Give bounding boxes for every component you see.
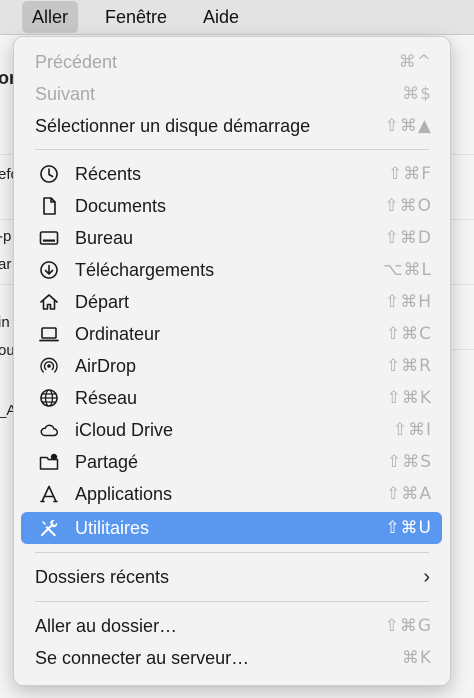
menu-item-label: Applications: [75, 484, 173, 504]
menu-item-label: Sélectionner un disque démarrage: [35, 116, 311, 136]
airdrop-icon: [39, 356, 59, 376]
menu-item-label: Partagé: [75, 452, 139, 472]
menu-item-shortcut: ⇧⌘U: [385, 518, 432, 538]
menu-item-airdrop[interactable]: AirDrop ⇧⌘R: [21, 350, 442, 382]
menu-item-select-startup-disk[interactable]: Sélectionner un disque démarrage ⇧⌘▲: [21, 110, 442, 142]
menu-item-label: Utilitaires: [75, 518, 150, 538]
menu-item-label: Aller au dossier…: [35, 616, 178, 636]
desktop-icon: [39, 228, 59, 248]
menu-item-label: Téléchargements: [75, 260, 215, 280]
menu-item-label: Suivant: [35, 84, 96, 104]
menu-item-label: Départ: [75, 292, 130, 312]
menu-item-shared[interactable]: Partagé ⇧⌘S: [21, 446, 442, 478]
menu-item-previous[interactable]: Précédent ⌘^: [21, 46, 442, 78]
menu-item-shortcut: ⌘^: [398, 52, 432, 72]
menu-item-shortcut: ⌘K: [401, 648, 432, 668]
menu-item-icloud-drive[interactable]: iCloud Drive ⇧⌘I: [21, 414, 442, 446]
globe-icon: [39, 388, 59, 408]
clock-icon: [39, 164, 59, 184]
menu-item-shortcut: ⇧⌘C: [385, 324, 432, 344]
menu-item-shortcut: ⌥⌘L: [382, 260, 432, 280]
menu-item-shortcut: ⇧⌘R: [385, 356, 432, 376]
menu-item-shortcut: ⇧⌘O: [384, 196, 432, 216]
menu-item-next[interactable]: Suivant ⌘$: [21, 78, 442, 110]
background-text: -p: [0, 228, 12, 245]
menu-item-applications[interactable]: Applications ⇧⌘A: [21, 478, 442, 510]
menu-item-utilities[interactable]: Utilitaires ⇧⌘U: [21, 512, 442, 544]
menu-item-documents[interactable]: Documents ⇧⌘O: [21, 190, 442, 222]
menu-item-label: Bureau: [75, 228, 134, 248]
cloud-icon: [39, 420, 59, 440]
home-icon: [39, 292, 59, 312]
menu-item-shortcut: ⇧⌘▲: [384, 116, 432, 136]
background-text: ar: [0, 256, 12, 273]
utilities-icon: [39, 518, 59, 538]
menu-item-recents[interactable]: Récents ⇧⌘F: [21, 158, 442, 190]
menu-item-label: Se connecter au serveur…: [35, 648, 250, 668]
chevron-right-icon: ›: [423, 566, 430, 588]
menu-item-shortcut: ⇧⌘H: [384, 292, 432, 312]
menu-item-label: Ordinateur: [75, 324, 161, 344]
menubar-item-aide[interactable]: Aide: [193, 0, 249, 34]
menu-item-shortcut: ⇧⌘F: [387, 164, 432, 184]
menu-item-connect-to-server[interactable]: Se connecter au serveur… ⌘K: [21, 642, 442, 674]
menu-item-shortcut: ⇧⌘S: [386, 452, 432, 472]
menu-item-network[interactable]: Réseau ⇧⌘K: [21, 382, 442, 414]
menu-item-computer[interactable]: Ordinateur ⇧⌘C: [21, 318, 442, 350]
menu-separator: [35, 149, 429, 150]
menu-item-label: Documents: [75, 196, 167, 216]
menu-item-recent-folders[interactable]: Dossiers récents ›: [21, 561, 442, 593]
menu-item-shortcut: ⇧⌘A: [386, 484, 432, 504]
menu-item-downloads[interactable]: Téléchargements ⌥⌘L: [21, 254, 442, 286]
applications-icon: [39, 484, 59, 504]
menu-item-label: AirDrop: [75, 356, 137, 376]
menu-separator: [35, 601, 429, 602]
menu-item-label: Précédent: [35, 52, 118, 72]
download-icon: [39, 260, 59, 280]
menu-item-shortcut: ⇧⌘D: [384, 228, 432, 248]
laptop-icon: [39, 324, 59, 344]
menu-item-label: Réseau: [75, 388, 138, 408]
menu-item-shortcut: ⇧⌘K: [386, 388, 432, 408]
menu-item-go-to-folder[interactable]: Aller au dossier… ⇧⌘G: [21, 610, 442, 642]
document-icon: [39, 196, 59, 216]
menu-item-label: Dossiers récents: [35, 567, 170, 587]
menu-item-label: Récents: [75, 164, 142, 184]
menubar-item-aller[interactable]: Aller: [22, 1, 79, 33]
menu-item-desktop[interactable]: Bureau ⇧⌘D: [21, 222, 442, 254]
menubar-item-fenetre[interactable]: Fenêtre: [95, 0, 177, 34]
menu-bar: Aller Fenêtre Aide: [0, 0, 474, 35]
background-text: in: [0, 314, 10, 331]
menu-item-shortcut: ⇧⌘I: [392, 420, 432, 440]
shared-folder-icon: [39, 452, 59, 472]
menu-item-shortcut: ⌘$: [402, 84, 432, 104]
go-menu-dropdown: Précédent ⌘^ Suivant ⌘$ Sélectionner un …: [13, 36, 451, 686]
menu-item-home[interactable]: Départ ⇧⌘H: [21, 286, 442, 318]
menu-separator: [35, 552, 429, 553]
menu-item-label: iCloud Drive: [75, 420, 174, 440]
menu-item-shortcut: ⇧⌘G: [384, 616, 432, 636]
